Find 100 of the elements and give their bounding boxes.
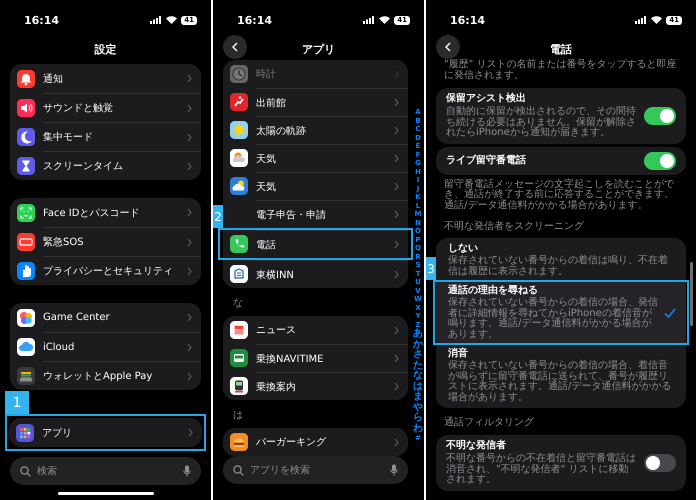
screen-title: アプリ	[302, 42, 335, 56]
chevron-icon	[187, 162, 192, 170]
list-row[interactable]: 太陽の軌跡	[223, 116, 408, 144]
newspaper-icon	[230, 321, 248, 339]
chevron-left-icon	[232, 42, 238, 52]
chevron-icon	[394, 240, 399, 249]
footnote: 留守番電話メッセージの文字起こしを読むことができ、通話が終了する前に応答することができます。通話/データ通信料がかかる場合があります。	[444, 180, 675, 211]
toggle-switch[interactable]	[644, 152, 676, 170]
list-row[interactable]: 出前館	[223, 88, 408, 116]
toggle-switch[interactable]	[644, 106, 676, 125]
index-letter[interactable]: ま	[413, 392, 423, 402]
chevron-icon	[187, 372, 192, 380]
bell-icon	[17, 70, 35, 88]
search-bar[interactable]: 検索	[10, 457, 201, 485]
scrollbar	[690, 262, 693, 326]
list-row[interactable]: 通知	[10, 64, 201, 93]
chevron-icon	[394, 182, 399, 191]
toggle-switch[interactable]	[644, 454, 676, 472]
list-row[interactable]: 電話	[223, 230, 408, 258]
search-icon	[20, 466, 31, 476]
chevron-icon	[187, 313, 192, 322]
index-letter[interactable]: さ	[413, 350, 423, 360]
index-letter[interactable]: あ	[413, 329, 423, 340]
list-row[interactable]: 緊急SOS	[10, 227, 201, 256]
chevron-icon	[187, 104, 192, 112]
list-row[interactable]: 天気	[223, 144, 408, 172]
option-row[interactable]: 消音 保存されていない番号からの着信の場合、着信音が鳴らずに留守番電話に送られて、番号が履歴リストに表示されます。通話/データ通信料がかかる場合があります。	[436, 345, 686, 406]
status-time: 16:14	[450, 14, 486, 26]
train-icon	[230, 349, 248, 367]
index-letter[interactable]: や	[413, 402, 423, 413]
back-button[interactable]	[223, 35, 247, 59]
setting-title: ライブ留守番電話	[446, 154, 527, 166]
list-row[interactable]: 乗換NAVITIME	[223, 344, 408, 372]
step-badge: 1	[5, 391, 29, 414]
list-row[interactable]: 天気	[223, 172, 408, 200]
train-icon	[230, 377, 248, 395]
index-letter[interactable]: か	[413, 340, 423, 350]
chevron-icon	[187, 208, 192, 217]
list-row[interactable]: 時計	[223, 60, 408, 88]
list-row[interactable]: 集中モード	[10, 122, 201, 151]
chevron-icon	[394, 382, 399, 391]
list-row[interactable]: Face IDとパスコード	[10, 198, 201, 227]
option-row[interactable]: しない 保存されていない番号からの着信は鳴り、不在着信は履歴に表示されます。	[436, 240, 686, 280]
wifi-icon	[166, 16, 178, 24]
moon-icon	[17, 128, 35, 146]
back-button[interactable]	[436, 35, 460, 59]
face-frame-icon	[17, 204, 35, 222]
signal-icon	[363, 16, 376, 24]
index-letter[interactable]: ら	[413, 413, 423, 424]
status-time: 16:14	[24, 14, 60, 26]
list-row[interactable]: プライバシーとセキュリティ	[10, 256, 201, 285]
speaker-icon	[17, 98, 35, 116]
chevron-icon	[394, 98, 399, 107]
grid-icon	[16, 424, 34, 442]
list-row[interactable]: ニュース	[223, 316, 408, 344]
search-field[interactable]: 検索	[37, 466, 177, 476]
building-icon	[230, 265, 248, 283]
index-letter[interactable]: た	[413, 360, 423, 371]
section-header: は	[233, 410, 243, 421]
list-row[interactable]: ウォレットとApple Pay	[10, 361, 201, 390]
screen-title: 電話	[550, 42, 572, 56]
list-row[interactable]: iCloud	[10, 332, 201, 361]
step-badge: 2	[213, 205, 223, 228]
section-header: な	[233, 298, 243, 309]
sun-cloud-icon	[230, 149, 248, 167]
list-row[interactable]: アプリ	[9, 418, 202, 447]
clock-icon	[230, 65, 248, 83]
signal-icon	[635, 16, 648, 24]
runner-icon	[230, 93, 248, 111]
list-row[interactable]: 電子申告・申請	[223, 200, 408, 228]
wallet-icon	[17, 366, 35, 384]
chevron-icon	[187, 238, 192, 246]
list-row[interactable]: サウンドと触覚	[10, 93, 201, 122]
wifi-icon	[651, 16, 662, 24]
status-time: 16:14	[237, 14, 272, 26]
chevron-icon	[187, 74, 192, 83]
index-letter[interactable]: わ	[413, 424, 423, 434]
burger-icon	[230, 433, 248, 451]
sun-cloud-icon	[230, 177, 248, 195]
index-letter[interactable]: な	[413, 371, 423, 382]
chevron-icon	[188, 428, 193, 437]
chevron-icon	[394, 126, 399, 135]
list-row[interactable]: 乗換案内	[223, 372, 408, 400]
list-row[interactable]: スクリーンタイム	[10, 151, 201, 180]
chevron-left-icon	[445, 42, 451, 52]
checkmark-icon	[664, 308, 676, 318]
list-row[interactable]: Game Center	[10, 303, 201, 332]
hourglass-icon	[17, 156, 35, 174]
chevron-icon	[187, 342, 192, 352]
step-badge: 3	[426, 257, 436, 280]
chevron-icon	[394, 210, 399, 219]
setting-title: 保留アシスト検出	[446, 93, 527, 105]
hand-icon	[17, 262, 35, 280]
list-row[interactable]: 東横INN	[223, 260, 408, 288]
option-row[interactable]: 通話の理由を尋ねる 保存されていない番号からの着信の場合、発信者に詳細情報を尋ねてからiPhoneの着信音が鳴ります。通話/データ通信料がかかる場合があります。	[436, 282, 686, 343]
list-row[interactable]: バーガーキング	[223, 428, 408, 456]
setting-description: 不明な番号からの不在着信と留守番電話は消音され、"不明な発信者" リストに移動されます。	[446, 454, 636, 486]
chevron-icon	[394, 438, 399, 446]
index-letter[interactable]: は	[413, 382, 423, 392]
wifi-icon	[379, 16, 390, 24]
